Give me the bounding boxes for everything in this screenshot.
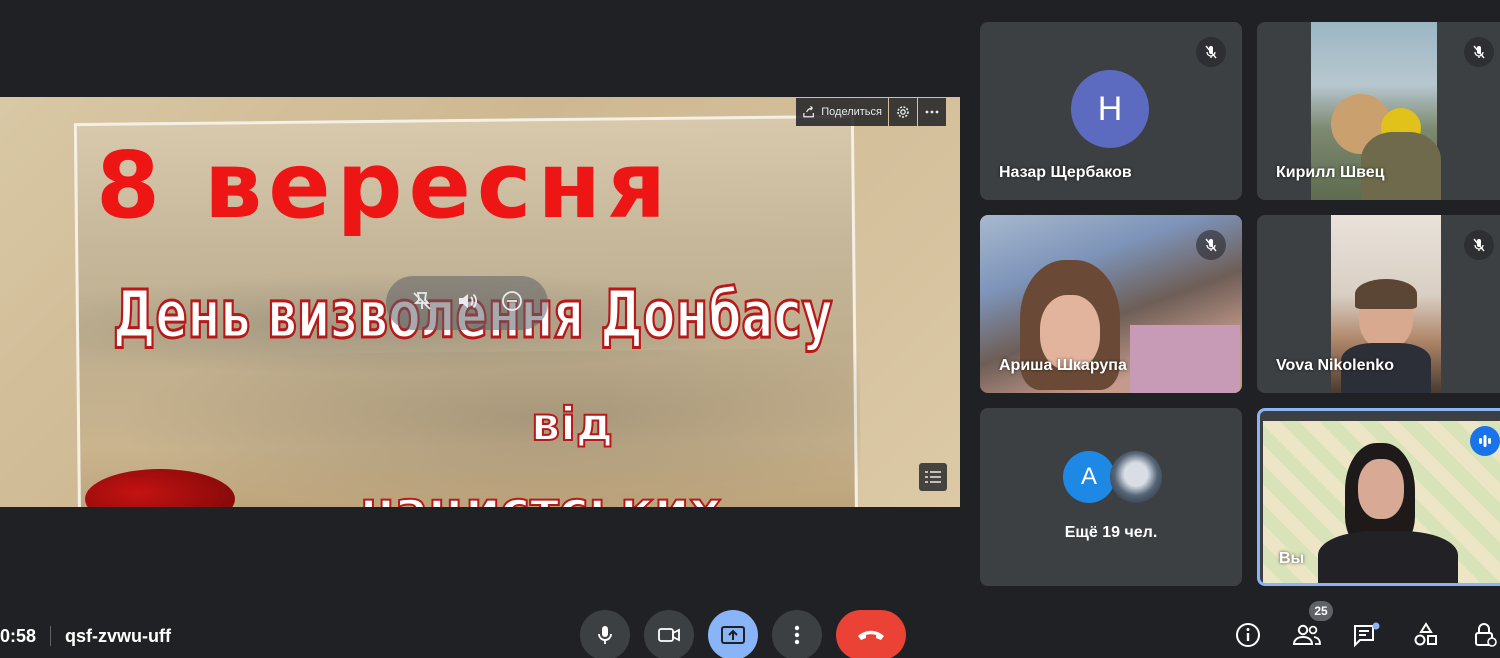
video-subject xyxy=(1355,279,1417,309)
participant-name: Вы xyxy=(1279,550,1305,567)
speaking-indicator xyxy=(1470,426,1500,456)
volume-button[interactable] xyxy=(455,289,479,318)
others-count-label: Ещё 19 чел. xyxy=(1064,524,1158,541)
others-tile[interactable]: А Ещё 19 чел. xyxy=(980,408,1242,586)
video-subject xyxy=(1318,531,1458,583)
call-end-icon xyxy=(858,630,884,640)
leave-call-button[interactable] xyxy=(836,610,906,658)
chat-icon xyxy=(1354,622,1380,648)
participant-name: Кирилл Швец xyxy=(1276,164,1385,181)
participant-tile[interactable]: Vova Nikolenko xyxy=(1257,215,1500,393)
mic-off-icon xyxy=(1473,238,1485,252)
meeting-code: qsf-zvwu-uff xyxy=(65,625,172,646)
mic-off-indicator xyxy=(1464,37,1494,67)
divider xyxy=(50,626,52,646)
info-icon xyxy=(1236,623,1260,647)
mic-off-icon xyxy=(1205,45,1217,59)
video-subject xyxy=(1358,459,1404,519)
participant-name: Ариша Шкарупа xyxy=(999,357,1127,374)
participants-button[interactable] xyxy=(1290,618,1324,652)
lock-person-icon xyxy=(1475,623,1497,647)
more-options-button[interactable] xyxy=(918,98,946,126)
participant-tile[interactable]: Кирилл Швец xyxy=(1257,22,1500,200)
meeting-time: 0:58 xyxy=(0,625,37,646)
microphone-icon xyxy=(598,626,612,644)
meeting-details-button[interactable] xyxy=(1231,618,1265,652)
present-screen-button[interactable] xyxy=(708,610,758,658)
pin-off-icon xyxy=(413,291,431,310)
presenter-media-controls xyxy=(386,276,548,330)
slide-title: 8 вересня xyxy=(96,132,673,239)
share-button[interactable]: Поделиться xyxy=(796,98,888,126)
camera-button[interactable] xyxy=(644,610,694,658)
list-icon xyxy=(925,471,941,483)
participant-name: Vova Nikolenko xyxy=(1276,357,1394,374)
mic-off-icon xyxy=(1205,238,1217,252)
settings-button[interactable] xyxy=(889,98,917,126)
video-subject xyxy=(1130,325,1240,393)
avatar: Н xyxy=(1071,70,1149,148)
remove-circle-icon xyxy=(501,290,522,311)
more-options-button[interactable] xyxy=(772,610,822,658)
more-horizontal-icon xyxy=(925,110,939,114)
presentation-toolbar: Поделиться xyxy=(796,98,946,126)
mic-off-indicator xyxy=(1196,230,1226,260)
chat-button[interactable] xyxy=(1349,618,1383,652)
slide-cloud xyxy=(79,347,862,507)
unpin-button[interactable] xyxy=(410,289,434,318)
participant-tile[interactable]: Ариша Шкарупа xyxy=(980,215,1242,393)
meet-window: 8 вересня День визволення Донбасу від на… xyxy=(0,0,1500,658)
mic-off-indicator xyxy=(1196,37,1226,67)
video-camera-icon xyxy=(658,628,680,642)
shapes-icon xyxy=(1414,622,1437,646)
self-tile[interactable]: Вы xyxy=(1257,408,1500,586)
mic-off-icon xyxy=(1473,45,1485,59)
participant-tile[interactable]: Н Назар Щербаков xyxy=(980,22,1242,200)
gear-icon xyxy=(897,106,909,118)
people-icon xyxy=(1292,624,1321,645)
microphone-button[interactable] xyxy=(580,610,630,658)
share-label: Поделиться xyxy=(821,106,882,118)
activities-button[interactable] xyxy=(1409,618,1443,652)
minimize-button[interactable] xyxy=(500,289,524,318)
audio-level-icon xyxy=(1479,435,1491,447)
host-controls-button[interactable] xyxy=(1468,618,1500,652)
more-vertical-icon xyxy=(794,625,800,645)
share-icon xyxy=(803,105,814,118)
avatar: А xyxy=(1063,451,1115,503)
mic-off-indicator xyxy=(1464,230,1494,260)
participant-name: Назар Щербаков xyxy=(999,164,1132,181)
present-to-all-icon xyxy=(721,626,745,644)
meeting-info: 0:58 qsf-zvwu-uff xyxy=(0,622,171,650)
slide-line-3: від xyxy=(530,397,614,451)
volume-icon xyxy=(458,293,478,308)
captions-toggle-button[interactable] xyxy=(919,463,947,491)
avatar xyxy=(1110,451,1162,503)
